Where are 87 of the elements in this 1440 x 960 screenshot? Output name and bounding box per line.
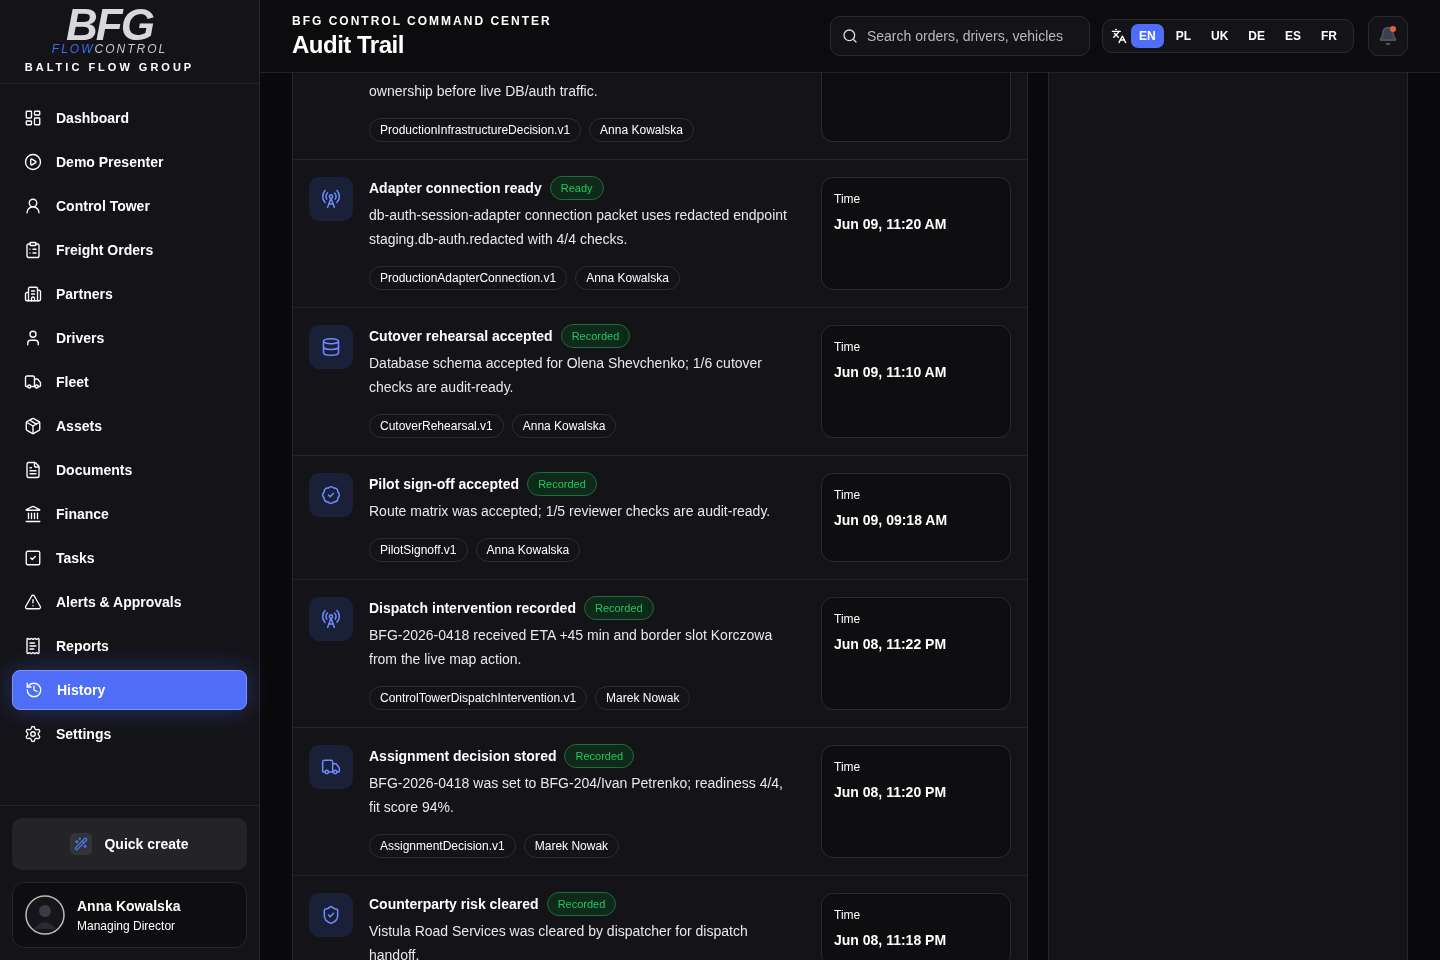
bank-icon — [24, 505, 42, 523]
shield-icon — [321, 905, 341, 925]
eyebrow-text: BFG CONTROL COMMAND CENTER — [292, 13, 553, 30]
event-title: Cutover rehearsal accepted — [369, 326, 553, 346]
wand-icon — [70, 833, 93, 855]
event-time: Jun 08, 11:22 PM — [834, 635, 948, 654]
page-title: Audit Trail — [292, 30, 405, 60]
event-description: BFG-2026-0418 was set to BFG-204/Ivan Petrenko; readiness 4/4, fit score 94%. — [369, 774, 784, 817]
event-time: Jun 08, 11:20 PM — [834, 783, 948, 802]
nav-item[interactable]: Dashboard — [12, 98, 247, 138]
status-badge: Ready — [549, 175, 604, 201]
event-title: Counterparty risk cleared — [369, 894, 539, 914]
user-name: Anna Kowalska — [77, 896, 181, 916]
event-time: Jun 08, 11:18 PM — [834, 931, 948, 950]
language-tab[interactable]: EN — [1130, 24, 1164, 48]
event-description: db-auth-session-adapter connection packet uses redacted endpoint staging.db-auth.redacted with 4/4 checks. — [369, 206, 788, 249]
event-title: Assignment decision stored — [369, 746, 557, 766]
document-icon — [24, 461, 42, 479]
nav-item[interactable]: Reports — [12, 626, 247, 666]
database-icon — [321, 337, 341, 357]
avatar — [25, 895, 65, 935]
status-badge: Recorded — [583, 595, 654, 621]
event-description: Database schema accepted for Olena Shevchenko; 1/6 cutover checks are audit-ready. — [369, 354, 763, 397]
checkbox-icon — [24, 549, 42, 567]
time-label: Time — [834, 487, 862, 504]
nav-item[interactable]: Finance — [12, 494, 247, 534]
clipboard-icon — [24, 241, 42, 259]
truck-icon — [24, 373, 42, 391]
status-badge: Recorded — [546, 891, 617, 917]
status-badge: Recorded — [527, 471, 597, 497]
nav-item[interactable]: Fleet — [12, 362, 247, 402]
nav-item[interactable]: Partners — [12, 274, 247, 314]
time-label: Time — [834, 339, 862, 356]
truck-icon — [321, 757, 341, 777]
search-icon — [841, 28, 858, 44]
tagline: BALTIC FLOW GROUP — [24, 60, 195, 76]
nav-item[interactable]: Alerts & Approvals — [12, 582, 247, 622]
nav-item[interactable]: Tasks — [12, 538, 247, 578]
event-time: Jun 09, 11:10 AM — [834, 363, 948, 382]
nav-item[interactable]: History — [12, 670, 247, 710]
nav-item[interactable]: Documents — [12, 450, 247, 490]
play-icon — [24, 153, 42, 171]
event-description: Vistula Road Services was cleared by dispatcher for dispatch handoff. — [369, 922, 749, 960]
check-badge-icon — [321, 485, 341, 505]
language-tab[interactable]: DE — [1240, 24, 1273, 48]
translate-icon — [1110, 28, 1127, 44]
time-label: Time — [834, 907, 862, 924]
language-tab[interactable]: UK — [1202, 24, 1237, 48]
event-title: Adapter connection ready — [369, 178, 542, 198]
language-tab[interactable]: ES — [1277, 24, 1309, 48]
language-tab[interactable]: PL — [1167, 24, 1199, 48]
notifications-button[interactable] — [1368, 16, 1408, 56]
nav-item[interactable]: Demo Presenter — [12, 142, 247, 182]
bell-icon — [1378, 26, 1398, 46]
event-title: Pilot sign-off accepted — [369, 474, 520, 494]
warning-icon — [24, 593, 42, 611]
time-label: Time — [834, 191, 862, 208]
time-label: Time — [834, 759, 862, 776]
nav-item[interactable]: Freight Orders — [12, 230, 247, 270]
nav-item[interactable]: Drivers — [12, 318, 247, 358]
user-icon — [24, 329, 42, 347]
dashboard-icon — [24, 109, 42, 127]
history-icon — [25, 681, 43, 699]
nav-item[interactable]: Control Tower — [12, 186, 247, 226]
receipt-icon — [24, 637, 42, 655]
event-time: Jun 09, 09:18 AM — [834, 511, 949, 530]
event-title: Dispatch intervention recorded — [369, 598, 576, 618]
search-field[interactable]: Search orders, drivers, vehicles — [829, 16, 1090, 56]
nav-item[interactable]: Settings — [12, 714, 247, 754]
event-description: Route matrix was accepted; 1/5 reviewer checks are audit-ready. — [369, 502, 772, 521]
settings-icon — [24, 725, 42, 743]
building-icon — [24, 285, 42, 303]
user-role: Managing Director — [77, 917, 177, 935]
user-icon — [24, 197, 42, 215]
language-tab[interactable]: FR — [1313, 24, 1345, 48]
box-icon — [24, 417, 42, 435]
quick-create-button[interactable]: Quick create — [12, 818, 247, 870]
antenna-icon — [321, 609, 341, 629]
event-description: ownership before live DB/auth traffic. — [369, 82, 599, 101]
time-label: Time — [834, 611, 862, 628]
logo: BFG FLOWCONTROL — [51, 7, 168, 56]
event-time: Jun 09, 11:20 AM — [834, 215, 948, 234]
status-badge: Recorded — [560, 323, 631, 349]
event-description: BFG-2026-0418 received ETA +45 min and border slot Korczowa from the live map action. — [369, 626, 774, 669]
status-badge: Recorded — [564, 743, 635, 769]
nav-item[interactable]: Assets — [12, 406, 247, 446]
antenna-icon — [321, 189, 341, 209]
